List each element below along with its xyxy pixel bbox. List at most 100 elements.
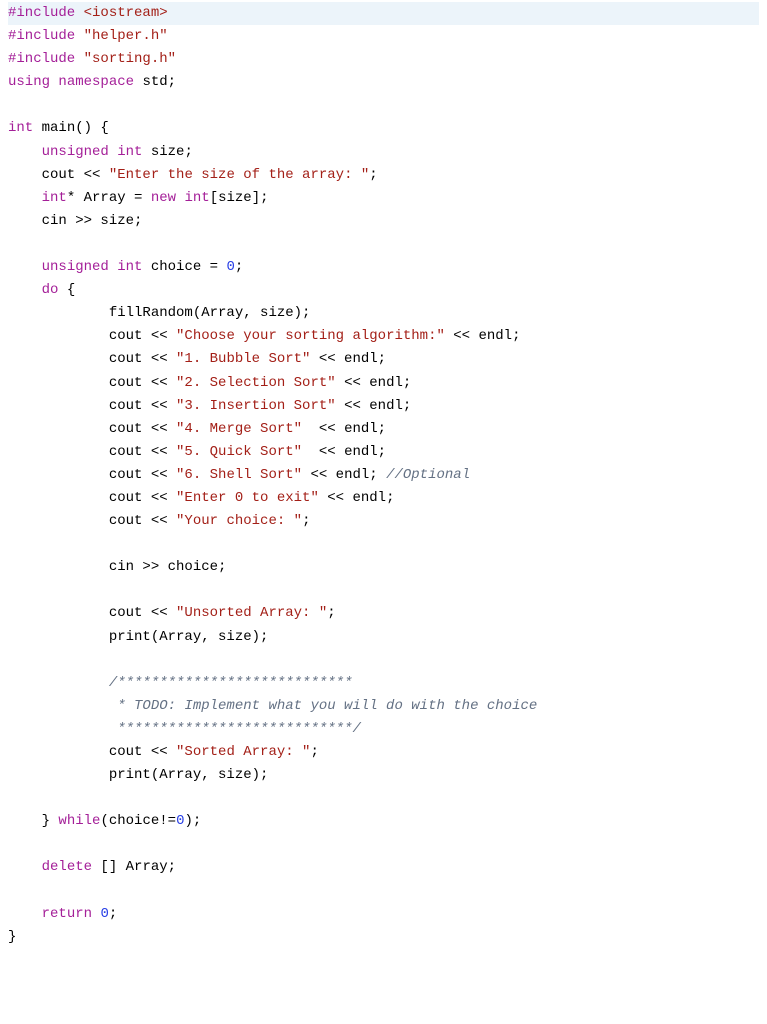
token: #include [8,5,75,21]
token: "2. Selection Sort" [176,375,336,391]
code-line [8,94,759,117]
token [8,859,42,875]
token: "Your choice: " [176,513,302,529]
token: unsigned [42,144,109,160]
code-line: #include <iostream> [8,2,759,25]
token: cout << [8,375,176,391]
token: cout << [8,351,176,367]
code-line: cout << "Choose your sorting algorithm:"… [8,325,759,348]
code-line: unsigned int choice = 0; [8,256,759,279]
code-line: #include "helper.h" [8,25,759,48]
token: fillRandom(Array, size); [8,305,310,321]
token: "Enter 0 to exit" [176,490,319,506]
token: << endl; [336,375,412,391]
token: "1. Bubble Sort" [176,351,310,367]
code-line [8,533,759,556]
token [75,28,83,44]
token [8,259,42,275]
token: ; [369,167,377,183]
token [75,51,83,67]
token: * Array = [67,190,151,206]
token: cout << [8,744,176,760]
token: int [42,190,67,206]
code-line: cout << "4. Merge Sort" << endl; [8,418,759,441]
token: ; [235,259,243,275]
token: <iostream> [84,5,168,21]
token: delete [42,859,92,875]
code-line: * TODO: Implement what you will do with … [8,695,759,718]
token: [] Array; [92,859,176,875]
token: ; [310,744,318,760]
code-line: print(Array, size); [8,626,759,649]
token: do [42,282,59,298]
token: cout << [8,421,176,437]
code-line: delete [] Array; [8,856,759,879]
token: #include [8,51,75,67]
token: using [8,74,50,90]
token: << endl; [445,328,521,344]
token [8,190,42,206]
token: /**************************** [109,675,353,691]
code-line [8,787,759,810]
token: size; [142,144,192,160]
token [8,144,42,160]
code-line: cin >> size; [8,210,759,233]
token: cin >> size; [8,213,142,229]
code-line: ****************************/ [8,718,759,741]
code-line: cout << "Sorted Array: "; [8,741,759,764]
code-line: cout << "5. Quick Sort" << endl; [8,441,759,464]
token: choice = [142,259,226,275]
token: int [8,120,33,136]
token: << endl; [319,490,395,506]
token: print(Array, size); [8,767,268,783]
code-line: unsigned int size; [8,141,759,164]
token: (choice!= [100,813,176,829]
code-line: cout << "6. Shell Sort" << endl; //Optio… [8,464,759,487]
token: 0 [226,259,234,275]
token: << endl; [302,467,386,483]
code-line [8,833,759,856]
token: std; [134,74,176,90]
token: "5. Quick Sort" [176,444,302,460]
code-line: /**************************** [8,672,759,695]
code-line: fillRandom(Array, size); [8,302,759,325]
token: return [42,906,92,922]
code-line: cout << "Your choice: "; [8,510,759,533]
token: cout << [8,513,176,529]
code-line: #include "sorting.h" [8,48,759,71]
token [109,259,117,275]
token: << endl; [336,398,412,414]
code-line: cout << "1. Bubble Sort" << endl; [8,348,759,371]
token: ; [327,605,335,621]
token: cout << [8,328,176,344]
code-line: cout << "Enter 0 to exit" << endl; [8,487,759,510]
token: "4. Merge Sort" [176,421,302,437]
code-line: cin >> choice; [8,556,759,579]
token [8,282,42,298]
token: main() { [33,120,109,136]
token: "sorting.h" [84,51,176,67]
code-line: cout << "Enter the size of the array: "; [8,164,759,187]
token: int [117,259,142,275]
code-line: int* Array = new int[size]; [8,187,759,210]
token: "helper.h" [84,28,168,44]
token: ; [109,906,117,922]
token: "Choose your sorting algorithm:" [176,328,445,344]
token: int [184,190,209,206]
token: } [8,929,16,945]
code-line [8,880,759,903]
token: cout << [8,490,176,506]
token: unsigned [42,259,109,275]
token [8,906,42,922]
token: ); [184,813,201,829]
token: cout << [8,398,176,414]
code-line [8,649,759,672]
token: #include [8,28,75,44]
token: cin >> choice; [8,559,226,575]
token: ****************************/ [8,721,361,737]
code-line: int main() { [8,117,759,140]
token: cout << [8,167,109,183]
token: "Sorted Array: " [176,744,310,760]
token: int [117,144,142,160]
token: * TODO: Implement what you will do with … [8,698,537,714]
